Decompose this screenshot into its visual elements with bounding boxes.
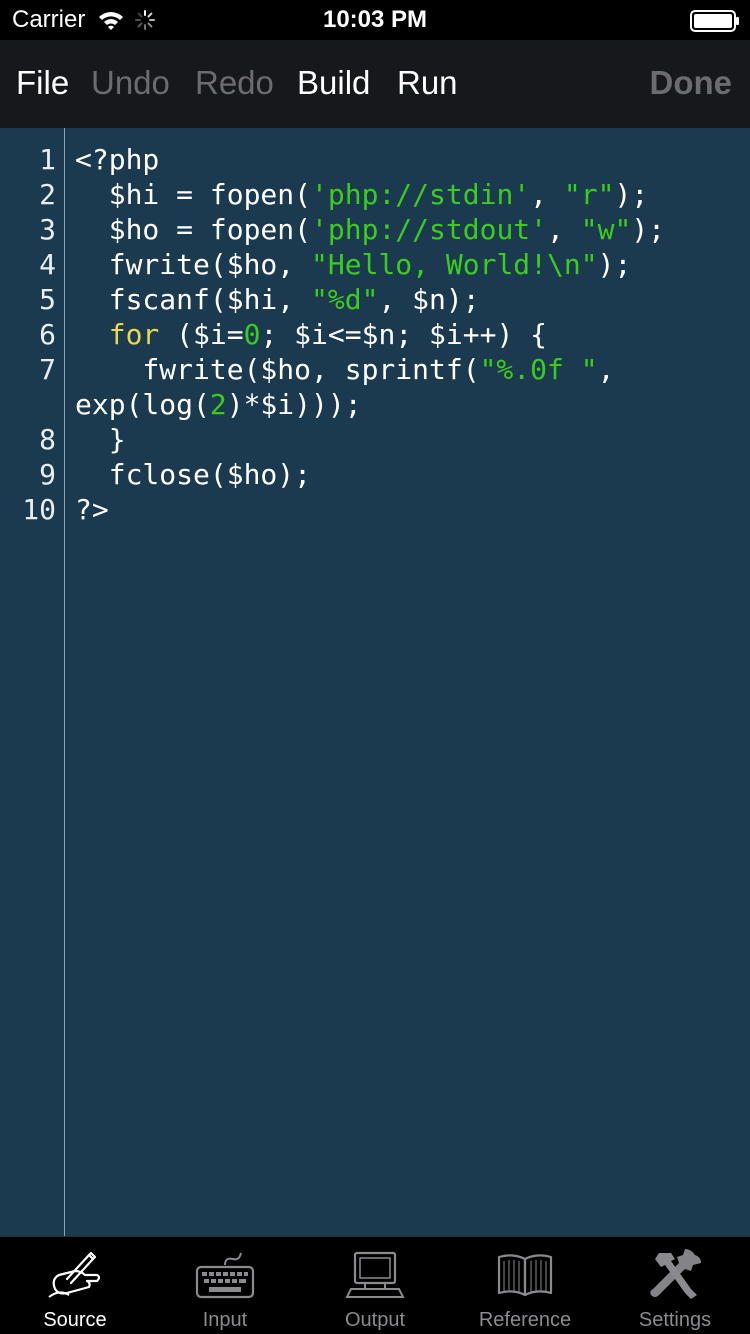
code-string: "%.0f " <box>479 353 598 386</box>
code-token: )*$i))); <box>226 388 362 421</box>
code-token: ($i= <box>159 318 244 351</box>
battery-icon <box>690 10 739 32</box>
tab-reference[interactable]: Reference <box>450 1237 600 1334</box>
code-token: fwrite($ho, <box>75 248 312 281</box>
line-number: 6 <box>39 318 56 351</box>
tab-source[interactable]: Source <box>0 1237 150 1334</box>
editor-toolbar: File Undo Redo Build Run Done <box>0 40 750 128</box>
pen-hand-icon <box>48 1251 101 1298</box>
line-number: 7 <box>39 353 56 386</box>
code-string: "r" <box>563 178 615 211</box>
code-token: ); <box>597 248 632 281</box>
book-icon <box>497 1254 553 1297</box>
line-number: 5 <box>39 283 56 316</box>
code-token: , <box>597 353 615 386</box>
tab-output[interactable]: Output <box>300 1237 450 1334</box>
line-number: 10 <box>22 493 56 526</box>
code-line: fwrite($ho, "Hello, World!\n"); <box>75 248 632 281</box>
code-token: fscanf($hi, <box>75 283 312 316</box>
line-number: 1 <box>39 143 56 176</box>
code-token: <?php <box>75 143 160 176</box>
code-line: fscanf($hi, "%d", $n); <box>75 283 480 316</box>
code-string: 'php://stdin' <box>311 178 531 211</box>
tab-input[interactable]: Input <box>150 1237 300 1334</box>
tab-label: Output <box>344 1309 406 1331</box>
tab-settings[interactable]: Settings <box>600 1237 750 1334</box>
code-token: exp(log( <box>75 388 210 421</box>
code-token: , $n); <box>378 283 480 316</box>
code-string: "w" <box>580 213 632 246</box>
code-token: ?> <box>75 493 109 526</box>
code-line: fclose($ho); <box>75 458 311 491</box>
code-line: ?> <box>75 493 109 526</box>
file-button[interactable]: File <box>16 64 69 102</box>
build-button[interactable]: Build <box>297 64 370 102</box>
code-line: } <box>75 423 126 456</box>
line-number: 3 <box>39 213 56 246</box>
code-token: $ho = fopen( <box>75 213 312 246</box>
line-number: 2 <box>39 178 56 211</box>
code-editor[interactable]: 1 2 3 4 5 6 7 8 9 10 <?php $hi = fopen('php://std… <box>0 128 750 1236</box>
code-keyword: for <box>108 318 160 351</box>
code-token: , <box>530 178 564 211</box>
code-number: 2 <box>209 388 227 421</box>
code-token: ; $i<=$n; $i++) { <box>260 318 548 351</box>
code-line: $ho = fopen('php://stdout', "w"); <box>75 213 665 246</box>
code-number: 0 <box>243 318 261 351</box>
code-line: for ($i=0; $i<=$n; $i++) { <box>75 318 547 351</box>
code-string: "Hello, World!\n" <box>311 248 598 281</box>
undo-button[interactable]: Undo <box>91 64 170 102</box>
code-token: fwrite($ho, sprintf( <box>75 353 480 386</box>
run-button[interactable]: Run <box>397 64 458 102</box>
computer-icon <box>345 1251 405 1298</box>
code-token: $hi = fopen( <box>75 178 312 211</box>
line-number: 9 <box>39 458 56 491</box>
code-token: ); <box>614 178 649 211</box>
code-token: , <box>547 213 581 246</box>
keyboard-icon <box>195 1252 255 1299</box>
tab-label: Settings <box>638 1309 712 1331</box>
code-string: 'php://stdout' <box>311 213 548 246</box>
gutter-divider <box>64 128 65 1236</box>
done-button[interactable]: Done <box>650 64 733 102</box>
line-number: 4 <box>39 248 56 281</box>
line-number: 8 <box>39 423 56 456</box>
clock: 10:03 PM <box>322 6 428 33</box>
code-token: ); <box>631 213 666 246</box>
code-line: exp(log(2)*$i))); <box>75 388 362 421</box>
redo-button[interactable]: Redo <box>195 64 274 102</box>
code-line: $hi = fopen('php://stdin', "r"); <box>75 178 648 211</box>
tab-label: Source <box>43 1309 107 1331</box>
code-token: } <box>75 423 126 456</box>
tab-label: Input <box>202 1309 248 1331</box>
tab-bar: Source Input Output Reference Settings <box>0 1236 750 1334</box>
code-line: <?php <box>75 143 159 176</box>
tab-label: Reference <box>478 1309 572 1331</box>
code-line: fwrite($ho, sprintf("%.0f ", <box>75 353 614 386</box>
code-token: fclose($ho); <box>75 458 312 491</box>
code-string: "%d" <box>311 283 379 316</box>
tools-icon <box>650 1249 701 1299</box>
status-bar: Carrier 10:03 PM <box>0 0 750 40</box>
